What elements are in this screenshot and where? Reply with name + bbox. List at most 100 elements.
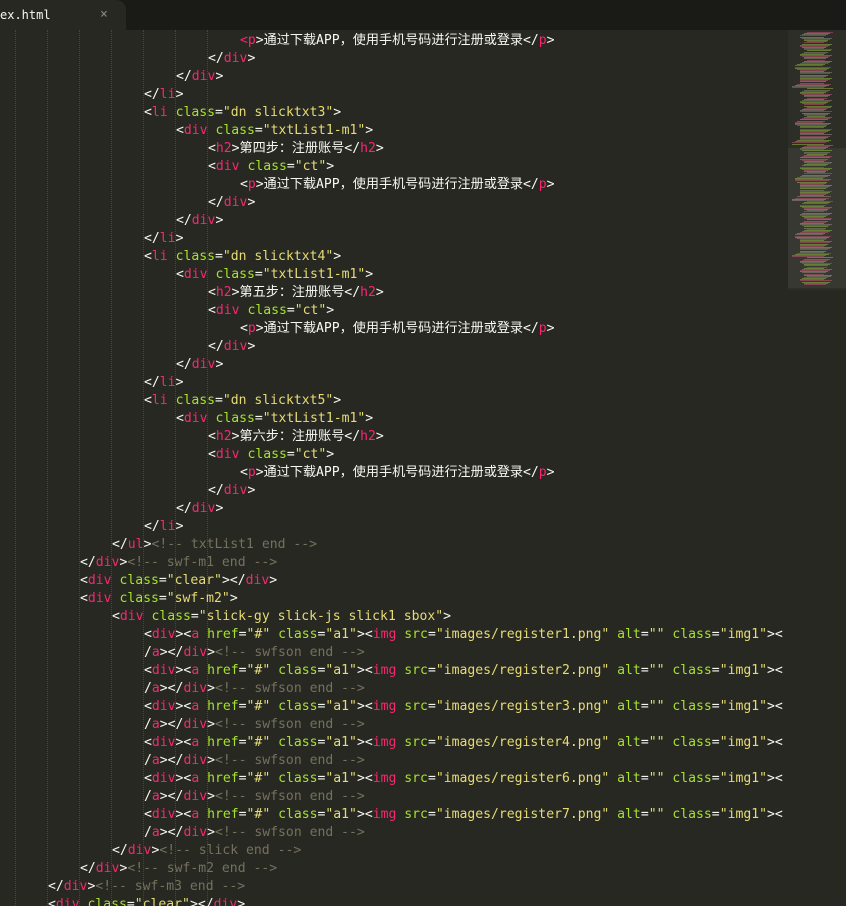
- code-token: >: [175, 87, 184, 102]
- code-line[interactable]: /a></div><!-- swfson end -->: [0, 788, 783, 806]
- code-token: p: [247, 177, 256, 192]
- code-token: "": [648, 735, 665, 750]
- code-token: img: [372, 735, 397, 750]
- code-line[interactable]: </div><!-- swf-m2 end -->: [0, 860, 783, 878]
- code-line[interactable]: <div class="slick-gy slick-js slick1 sbo…: [0, 608, 783, 626]
- code-line[interactable]: <p>通过下载APP，使用手机号码进行注册或登录</p>: [0, 320, 783, 338]
- code-token: ><: [356, 771, 373, 786]
- tab-index-html[interactable]: ex.html ×: [0, 0, 126, 30]
- code-token: class: [278, 627, 318, 642]
- code-token: "ct": [294, 159, 327, 174]
- code-token: <: [80, 573, 88, 588]
- code-line[interactable]: <div class="clear"></div>: [0, 572, 783, 590]
- code-line[interactable]: <div class="ct">: [0, 302, 783, 320]
- code-line[interactable]: </div>: [0, 212, 783, 230]
- code-token: class: [119, 573, 159, 588]
- code-line[interactable]: /a></div><!-- swfson end -->: [0, 752, 783, 770]
- code-line[interactable]: </div>: [0, 356, 783, 374]
- code-line[interactable]: <div class="txtList1-m1">: [0, 410, 783, 428]
- code-line[interactable]: <div><a href="#" class="a1"><img src="im…: [0, 734, 783, 752]
- code-token: >: [269, 573, 278, 588]
- code-line[interactable]: /a></div><!-- swfson end -->: [0, 824, 783, 842]
- code-token: div: [245, 573, 270, 588]
- code-line[interactable]: </div>: [0, 68, 783, 86]
- code-token: <: [176, 267, 184, 282]
- code-line[interactable]: </li>: [0, 230, 783, 248]
- code-line[interactable]: </div>: [0, 482, 783, 500]
- code-line[interactable]: </div>: [0, 50, 783, 68]
- code-line[interactable]: </div>: [0, 194, 783, 212]
- code-token: class: [672, 771, 712, 786]
- code-line[interactable]: <h2>第六步：注册账号</h2>: [0, 428, 783, 446]
- code-line[interactable]: /a></div><!-- swfson end -->: [0, 680, 783, 698]
- code-line[interactable]: <p>通过下载APP，使用手机号码进行注册或登录</p>: [0, 464, 783, 482]
- code-line[interactable]: <div class="ct">: [0, 446, 783, 464]
- code-line[interactable]: <p>通过下载APP，使用手机号码进行注册或登录</p>: [0, 32, 783, 50]
- code-token: <: [144, 627, 152, 642]
- code-line[interactable]: <div class="swf-m2">: [0, 590, 783, 608]
- code-line[interactable]: <div class="ct">: [0, 158, 783, 176]
- code-token: =: [640, 735, 649, 750]
- code-token: li: [159, 375, 176, 390]
- code-token: src: [404, 771, 428, 786]
- code-token: h2: [215, 429, 232, 444]
- code-token: >: [333, 249, 342, 264]
- code-token: div: [87, 591, 112, 606]
- code-line[interactable]: </div>: [0, 338, 783, 356]
- code-token: /: [144, 717, 152, 732]
- code-token: a: [151, 825, 160, 840]
- code-line[interactable]: </li>: [0, 86, 783, 104]
- code-line[interactable]: <div><a href="#" class="a1"><img src="im…: [0, 662, 783, 680]
- code-token: =: [711, 735, 720, 750]
- code-token: ></: [159, 645, 184, 660]
- code-line[interactable]: <div><a href="#" class="a1"><img src="im…: [0, 806, 783, 824]
- code-token: >: [207, 717, 215, 732]
- code-line[interactable]: </li>: [0, 374, 783, 392]
- code-token: img: [372, 663, 397, 678]
- close-icon[interactable]: ×: [100, 7, 108, 22]
- code-line[interactable]: <p>通过下载APP，使用手机号码进行注册或登录</p>: [0, 176, 783, 194]
- code-token: <: [208, 285, 216, 300]
- code-line[interactable]: <div><a href="#" class="a1"><img src="im…: [0, 698, 783, 716]
- code-line[interactable]: /a></div><!-- swfson end -->: [0, 716, 783, 734]
- code-line[interactable]: <div><a href="#" class="a1"><img src="im…: [0, 770, 783, 788]
- code-token: <!-- swfson end -->: [214, 753, 365, 768]
- code-token: class: [151, 609, 191, 624]
- code-line[interactable]: <li class="dn slicktxt3">: [0, 104, 783, 122]
- code-line[interactable]: </div><!-- swf-m1 end -->: [0, 554, 783, 572]
- code-line[interactable]: <div class="txtList1-m1">: [0, 122, 783, 140]
- code-line[interactable]: </li>: [0, 518, 783, 536]
- minimap[interactable]: [788, 30, 846, 290]
- code-token: >: [247, 195, 256, 210]
- code-line[interactable]: </div>: [0, 500, 783, 518]
- code-token: ><: [356, 735, 373, 750]
- code-line[interactable]: <div><a href="#" class="a1"><img src="im…: [0, 626, 783, 644]
- code-token: <: [144, 663, 152, 678]
- code-line[interactable]: <li class="dn slicktxt4">: [0, 248, 783, 266]
- code-token: >第六步：注册账号</: [231, 429, 361, 444]
- code-line[interactable]: <div class="clear"></div>: [0, 896, 783, 906]
- code-line[interactable]: /a></div><!-- swfson end -->: [0, 644, 783, 662]
- code-token: <: [176, 123, 184, 138]
- code-token: "img1": [719, 627, 767, 642]
- code-token: "img1": [719, 807, 767, 822]
- code-line[interactable]: </div><!-- swf-m3 end -->: [0, 878, 783, 896]
- code-token: =: [711, 699, 720, 714]
- code-line[interactable]: </ul><!-- txtList1 end -->: [0, 536, 783, 554]
- code-token: <: [176, 411, 184, 426]
- code-token: /: [144, 681, 152, 696]
- code-editor[interactable]: <p>通过下载APP，使用手机号码进行注册或登录</p> </div> </div>…: [0, 30, 788, 906]
- code-line[interactable]: <li class="dn slicktxt5">: [0, 392, 783, 410]
- code-line[interactable]: <h2>第四步：注册账号</h2>: [0, 140, 783, 158]
- code-line[interactable]: </div><!-- slick end -->: [0, 842, 783, 860]
- code-token: class: [672, 663, 712, 678]
- code-line[interactable]: <div class="txtList1-m1">: [0, 266, 783, 284]
- code-line[interactable]: <h2>第五步：注册账号</h2>: [0, 284, 783, 302]
- code-token: >: [229, 591, 238, 606]
- code-token: "#": [246, 735, 271, 750]
- code-token: >: [546, 321, 555, 336]
- code-token: </: [176, 213, 192, 228]
- code-token: img: [372, 627, 397, 642]
